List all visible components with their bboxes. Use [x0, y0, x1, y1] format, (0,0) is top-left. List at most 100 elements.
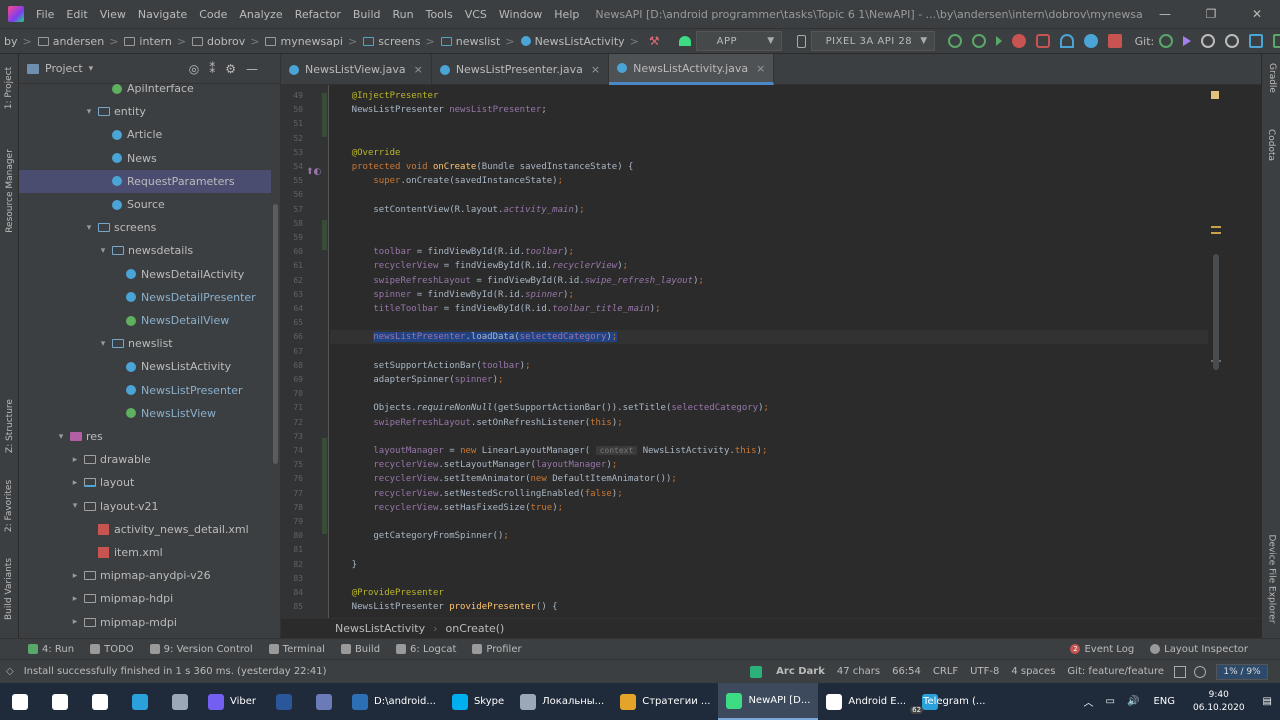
tree-item[interactable]: ▾ layout-v21 — [19, 495, 271, 518]
inspector-icon[interactable] — [1194, 665, 1206, 678]
tree-item[interactable]: NewsDetailActivity — [19, 263, 271, 286]
tree-item[interactable]: ▸ mipmap-mdpi — [19, 611, 271, 634]
warning-marker[interactable] — [1211, 232, 1221, 234]
chevron-down-icon[interactable]: ▾ — [55, 432, 67, 442]
tool-window-todo[interactable]: TODO — [90, 644, 134, 655]
line-separator[interactable]: CRLF — [933, 666, 958, 677]
chevron-up-icon[interactable]: ︿ — [1084, 694, 1094, 709]
menu-view[interactable]: View — [94, 8, 132, 21]
taskbar-item[interactable] — [120, 683, 160, 720]
chevron-right-icon[interactable]: ▸ — [69, 617, 81, 627]
restore-icon[interactable]: ❐ — [1188, 7, 1234, 21]
tree-item[interactable]: RequestParameters — [19, 169, 271, 193]
tree-item[interactable]: NewsDetailPresenter — [19, 286, 271, 309]
editor-tab[interactable]: NewsListView.java × — [281, 54, 432, 85]
editor-tab[interactable]: NewsListActivity.java × — [609, 54, 775, 85]
analysis-status-icon[interactable] — [1211, 91, 1219, 99]
run-icon[interactable] — [995, 36, 1002, 46]
panel-options-icon[interactable]: ◎⁑⚙— — [189, 62, 268, 76]
hammer-icon[interactable]: ⚒ — [649, 34, 660, 48]
tab-build-variants[interactable]: Build Variants — [0, 554, 19, 624]
theme-label[interactable]: Arc Dark — [776, 666, 825, 677]
tool-window-event-log[interactable]: 2 Event Log — [1070, 644, 1134, 655]
taskbar-item[interactable] — [304, 683, 344, 720]
taskbar-item[interactable]: 62 Telegram (... — [910, 683, 993, 720]
stop-icon[interactable] — [1107, 34, 1122, 48]
vcs-change-marker[interactable] — [322, 438, 327, 534]
taskbar-item[interactable] — [264, 683, 304, 720]
chevron-right-icon[interactable]: ▸ — [69, 478, 81, 488]
indent-setting[interactable]: 4 spaces — [1011, 666, 1055, 677]
taskbar-item[interactable]: Стратегии ... — [612, 683, 718, 720]
tree-item[interactable]: ▸ drawable — [19, 448, 271, 471]
tree-item[interactable]: ▾ newsdetails — [19, 239, 271, 262]
device-selector[interactable]: PIXEL 3A API 28 ▼ — [792, 31, 935, 51]
lock-icon[interactable] — [1174, 665, 1186, 678]
menu-navigate[interactable]: Navigate — [132, 8, 193, 21]
breadcrumb-item[interactable]: newslist > — [435, 35, 515, 48]
tree-item[interactable]: ApiInterface — [19, 77, 271, 100]
profile-icon[interactable] — [1059, 34, 1074, 48]
chevron-down-icon[interactable]: ▾ — [69, 501, 81, 511]
menu-refactor[interactable]: Refactor — [289, 8, 347, 21]
close-tab-icon[interactable]: × — [591, 63, 600, 76]
project-view-selector[interactable]: Project — [45, 62, 83, 75]
breadcrumb-item[interactable]: andersen > — [32, 35, 118, 48]
tool-window-run[interactable]: 4: Run — [28, 644, 74, 655]
tree-item[interactable]: ▸ mipmap-hdpi — [19, 587, 271, 610]
taskbar-item[interactable] — [0, 683, 40, 720]
status-message[interactable]: Install successfully finished in 1 s 360… — [24, 666, 327, 677]
tool-window-logcat[interactable]: 6: Logcat — [396, 644, 456, 655]
chevron-down-icon[interactable]: ▾ — [97, 339, 109, 349]
tab-structure[interactable]: Z: Structure — [0, 394, 19, 458]
menu-tools[interactable]: Tools — [420, 8, 459, 21]
language-indicator[interactable]: ENG — [1153, 696, 1175, 707]
tool-window-build[interactable]: Build — [340, 644, 380, 655]
codota-status-icon[interactable] — [750, 665, 763, 678]
tab-codota[interactable]: Codota — [1262, 120, 1280, 170]
run-config-selector[interactable]: APP ▼ — [674, 31, 782, 51]
tool-window-terminal[interactable]: Terminal — [268, 644, 325, 655]
taskbar-item[interactable]: Viber — [200, 683, 264, 720]
chevron-down-icon[interactable]: ▾ — [89, 64, 94, 74]
tree-item[interactable]: Article — [19, 123, 271, 146]
tab-resource-manager[interactable]: Resource Manager — [0, 136, 19, 246]
taskbar-item[interactable]: NewAPI [D... — [718, 683, 819, 720]
git-branch[interactable]: Git: feature/feature — [1067, 666, 1164, 677]
rollback-icon[interactable] — [1225, 34, 1240, 48]
tree-item[interactable]: item.xml — [19, 541, 271, 564]
coverage-icon[interactable] — [1035, 34, 1050, 48]
chevron-down-icon[interactable]: ▾ — [97, 246, 109, 256]
breadcrumb-class[interactable]: NewsListActivity — [335, 622, 425, 635]
tree-item[interactable]: ▾ newslist — [19, 332, 271, 355]
tree-item[interactable]: ▾ screens — [19, 216, 271, 239]
menu-vcs[interactable]: VCS — [459, 8, 493, 21]
tree-item[interactable]: ▾ res — [19, 425, 271, 448]
breadcrumb-item[interactable]: screens > — [357, 35, 435, 48]
chevron-right-icon[interactable]: ▸ — [69, 455, 81, 465]
tree-item[interactable]: NewsListView — [19, 402, 271, 425]
breadcrumb-item[interactable]: NewsListActivity > — [515, 35, 639, 48]
tab-device-file-explorer[interactable]: Device File Explorer — [1262, 524, 1280, 634]
menu-window[interactable]: Window — [493, 8, 548, 21]
minimize-icon[interactable]: — — [1142, 7, 1188, 21]
override-icon[interactable]: ⬆◐ — [306, 167, 321, 177]
tree-item[interactable]: ▾ entity — [19, 100, 271, 123]
menu-build[interactable]: Build — [347, 8, 387, 21]
breadcrumb-item[interactable]: dobrov > — [186, 35, 259, 48]
notifications-icon[interactable]: ▤ — [1263, 696, 1272, 707]
menu-edit[interactable]: Edit — [60, 8, 93, 21]
project-structure-icon[interactable] — [1249, 34, 1264, 48]
tool-window-layout-inspector[interactable]: Layout Inspector — [1150, 644, 1248, 655]
network-icon[interactable]: ▭ — [1106, 696, 1115, 707]
menu-run[interactable]: Run — [387, 8, 420, 21]
menu-file[interactable]: File — [30, 8, 60, 21]
tool-window-vcs[interactable]: 9: Version Control — [149, 644, 253, 655]
vcs-change-marker[interactable] — [322, 220, 327, 250]
caret-position[interactable]: 66:54 — [892, 666, 921, 677]
menu-code[interactable]: Code — [193, 8, 233, 21]
menu-analyze[interactable]: Analyze — [233, 8, 288, 21]
breadcrumb-item[interactable]: by > — [4, 35, 32, 48]
close-tab-icon[interactable]: × — [756, 62, 765, 75]
tree-item[interactable]: NewsDetailView — [19, 309, 271, 332]
